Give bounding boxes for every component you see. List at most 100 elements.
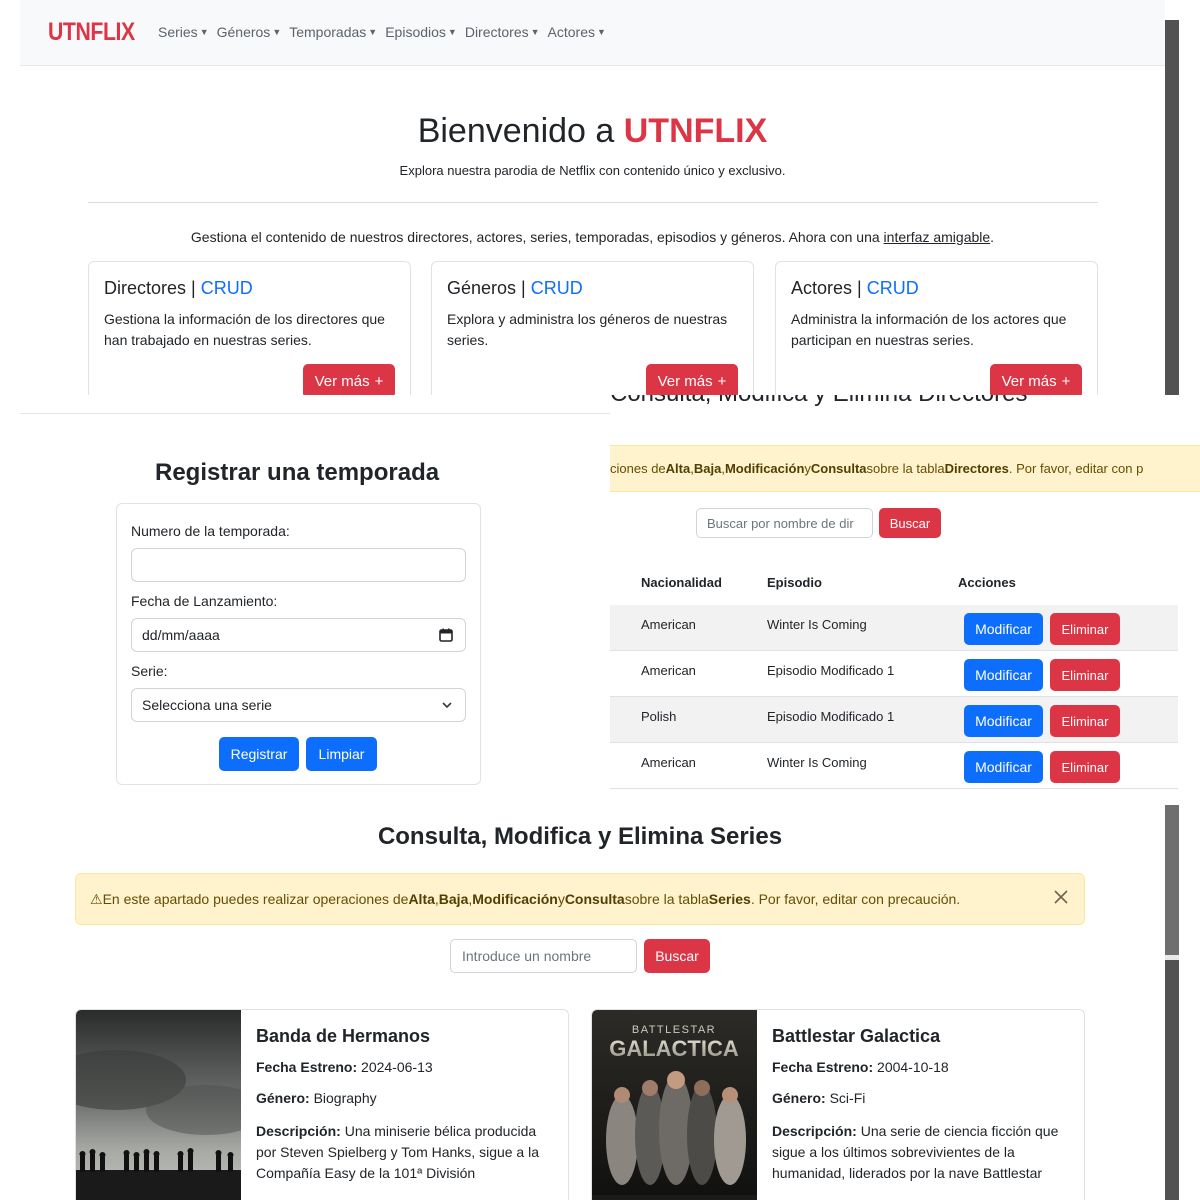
fecha-label: Fecha de Lanzamiento: [131,593,278,609]
section-divider [20,413,610,414]
ver-mas-actores-button[interactable]: Ver más + [990,364,1082,395]
description-text: Gestiona el contenido de nuestros direct… [190,229,884,245]
series-card[interactable]: Banda de Hermanos Fecha Estreno: 2024-06… [75,1009,569,1200]
series-panel: Consulta, Modifica y Elimina Series ⚠ En… [0,800,1165,1200]
genero-value: Sci-Fi [825,1090,866,1106]
series-search-input[interactable]: Introduce un nombre [450,939,637,973]
poster-title-top: BATTLESTAR [632,1024,716,1036]
calendar-icon[interactable] [439,628,453,645]
nav-series-dropdown[interactable]: Series ▼ [158,24,209,40]
nav-actores-dropdown[interactable]: Actores ▼ [548,24,606,40]
nav-label: Directores [464,24,529,40]
series-fecha: Fecha Estreno: 2004-10-18 [772,1059,1072,1075]
plus-icon: + [374,372,384,390]
nav-generos-dropdown[interactable]: Géneros ▼ [217,24,282,40]
alert-bold: Consulta [810,461,867,476]
alert-text: . Por favor, editar con p [1008,461,1144,476]
poster-title-main: GALACTICA [609,1036,739,1061]
nav-directores-dropdown[interactable]: Directores ▼ [465,24,540,40]
ver-mas-directores-button[interactable]: Ver más + [303,364,395,395]
alert-bold: Modificación [724,461,805,476]
series-name: Banda de Hermanos [256,1026,431,1046]
alert-text: sobre la tabla [866,461,945,476]
series-info: Battlestar Galactica Fecha Estreno: 2004… [772,1026,1072,1184]
button-label: Ver más [314,372,370,390]
alert-text: En este apartado puedes realizar operaci… [102,891,409,907]
scrollbar-thumb[interactable] [1165,805,1179,955]
table-row: American Episodio Modificado 1 Modificar… [610,651,1178,697]
eliminar-button[interactable]: Eliminar [1050,659,1120,691]
form-title: Registrar una temporada [155,459,440,486]
genero-label: Género: [256,1090,310,1106]
button-label: Ver más [657,372,713,390]
card-text: Administra la información de los actores… [791,311,1067,348]
numero-temporada-input[interactable] [131,548,466,582]
modificar-button[interactable]: Modificar [964,659,1043,691]
column-header-episodio: Episodio [767,575,822,590]
nav-temporadas-dropdown[interactable]: Temporadas ▼ [289,24,377,40]
hero-description: Gestiona el contenido de nuestros direct… [20,229,1165,245]
genero-value: Biography [309,1090,377,1106]
nav-label: Actores [547,24,596,40]
brand-logo[interactable]: UTNFLIX [48,18,135,47]
hero-title-brand: UTNFLIX [623,112,768,150]
alert-bold: Baja [438,891,469,907]
alert-text: y [557,891,565,907]
eliminar-button[interactable]: Eliminar [1050,613,1120,645]
caret-down-icon: ▼ [597,27,606,37]
chevron-down-icon [441,698,453,714]
eliminar-button[interactable]: Eliminar [1050,751,1120,783]
fecha-label: Fecha Estreno: [772,1059,874,1075]
genero-label: Género: [772,1090,826,1106]
alert-bold: Baja [693,461,722,476]
series-card[interactable]: BATTLESTAR GALACTICA Battlestar Galactic… [591,1009,1085,1200]
close-icon[interactable] [1051,887,1071,910]
scrollbar-thumb[interactable] [1165,20,1179,395]
nav-links: Series ▼ Géneros ▼ Temporadas ▼ Episodios ▼ … [158,24,606,40]
limpiar-button[interactable]: Limpiar [306,737,377,771]
temporada-form-panel: Registrar una temporada Numero de la tem… [20,395,610,800]
fecha-lanzamiento-input[interactable]: dd/mm/aaaa [131,618,466,652]
alert-text: . Por favor, editar con precaución. [750,891,961,907]
directores-title: Consulta, Modifica y Elimina Directores [610,395,1027,408]
series-descripcion: Descripción: Una serie de ciencia ficció… [772,1121,1072,1184]
eliminar-button[interactable]: Eliminar [1050,705,1120,737]
caret-down-icon: ▼ [272,27,282,37]
column-header-nacionalidad: Nacionalidad [641,575,722,590]
ver-mas-generos-button[interactable]: Ver más + [646,364,738,395]
card-crud-label: CRUD [200,278,253,298]
cell-nacionalidad: American [641,663,696,678]
scrollbar-thumb[interactable] [1165,960,1179,1200]
table-row: American Winter Is Coming Modificar Elim… [610,605,1178,651]
fecha-value: 2004-10-18 [873,1059,949,1075]
card-title-separator: | [516,278,531,298]
interfaz-amigable-link[interactable]: interfaz amigable [884,229,991,245]
hero-subtitle: Explora nuestra parodia de Netflix con c… [399,163,786,178]
directores-search-input[interactable]: Buscar por nombre de dir [696,508,873,538]
caret-down-icon: ▼ [447,27,457,37]
column-header-acciones: Acciones [958,575,1016,590]
descripcion-label: Descripción: [772,1123,857,1139]
registrar-button[interactable]: Registrar [219,737,299,771]
temporada-form: Numero de la temporada: Fecha de Lanzami… [116,503,481,785]
table-row: American Winter Is Coming Modificar Elim… [610,743,1178,789]
caret-down-icon: ▼ [199,27,209,37]
directores-search-button[interactable]: Buscar [879,508,941,538]
card-title-text: Directores [104,278,187,298]
nav-episodios-dropdown[interactable]: Episodios ▼ [385,24,457,40]
modificar-button[interactable]: Modificar [964,705,1043,737]
series-poster-image [76,1010,241,1200]
caret-down-icon: ▼ [368,27,378,37]
modificar-button[interactable]: Modificar [964,751,1043,783]
descripcion-label: Descripción: [256,1123,341,1139]
fecha-value: 2024-06-13 [357,1059,433,1075]
serie-select[interactable]: Selecciona una serie [131,688,466,722]
card-crud-label: CRUD [530,278,583,298]
cell-nacionalidad: American [641,617,696,632]
modificar-button[interactable]: Modificar [964,613,1043,645]
fecha-placeholder: dd/mm/aaaa [142,627,220,643]
alert-text: sobre la tabla [624,891,709,907]
series-search-button[interactable]: Buscar [644,939,710,973]
alert-bold: Alta [665,461,691,476]
numero-label: Numero de la temporada: [131,523,290,539]
